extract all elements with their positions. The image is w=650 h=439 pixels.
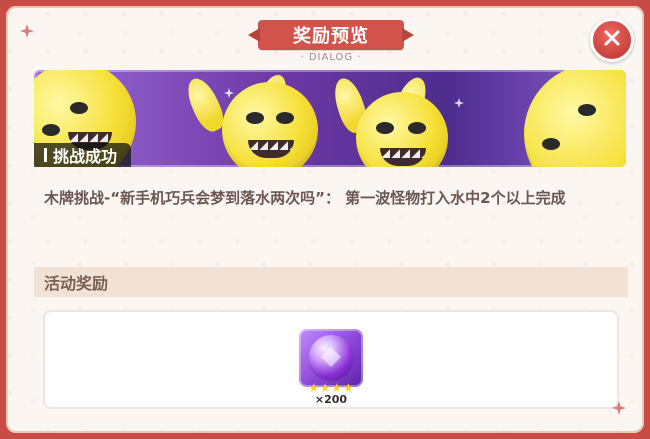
corner-decoration-icon <box>20 24 34 38</box>
mascot-mouth <box>248 140 294 158</box>
close-button[interactable] <box>590 18 634 62</box>
close-icon <box>602 28 622 52</box>
mascot-right <box>524 70 626 167</box>
dialog-subtitle: · DIALOG · <box>300 52 362 63</box>
reward-icon-frame <box>299 329 363 387</box>
reward-item[interactable]: ×200 <box>299 329 363 411</box>
mascot-eye <box>408 122 426 134</box>
sparkle-icon <box>224 88 234 98</box>
star-icon <box>332 383 342 393</box>
label-bar-icon <box>44 148 47 162</box>
rewards-section-header: 活动奖励 <box>34 267 628 297</box>
star-icon <box>343 383 353 393</box>
mascot-eye <box>542 138 560 150</box>
star-icon <box>309 383 319 393</box>
mascot-eye <box>246 112 264 124</box>
rewards-section-title: 活动奖励 <box>44 274 109 293</box>
mascot-eye <box>42 124 60 136</box>
mascot-eye <box>376 122 394 134</box>
mascot-eye <box>276 112 294 124</box>
mascot-center-left <box>222 82 318 167</box>
dialog-title-ribbon: 奖励预览 <box>258 20 404 50</box>
banner-status-label: 挑战成功 <box>34 143 132 167</box>
mascot-mouth <box>380 148 426 166</box>
dialog-frame: 奖励预览 · DIALOG · 挑战成功 木牌挑战-“新手机巧兵会梦到落水两次吗… <box>6 6 644 433</box>
mascot-eye <box>578 104 596 116</box>
mascot-center-right <box>356 92 448 167</box>
reward-quantity: ×200 <box>314 393 348 406</box>
banner-label-text: 挑战成功 <box>53 147 118 166</box>
sparkle-icon <box>454 98 464 108</box>
star-icon <box>320 383 330 393</box>
mascot-eye <box>70 102 88 114</box>
challenge-description: 木牌挑战-“新手机巧兵会梦到落水两次吗”： 第一波怪物打入水中2个以上完成 <box>44 189 566 207</box>
dialog-title: 奖励预览 <box>293 26 369 47</box>
purple-gem-orb-icon <box>309 335 353 379</box>
